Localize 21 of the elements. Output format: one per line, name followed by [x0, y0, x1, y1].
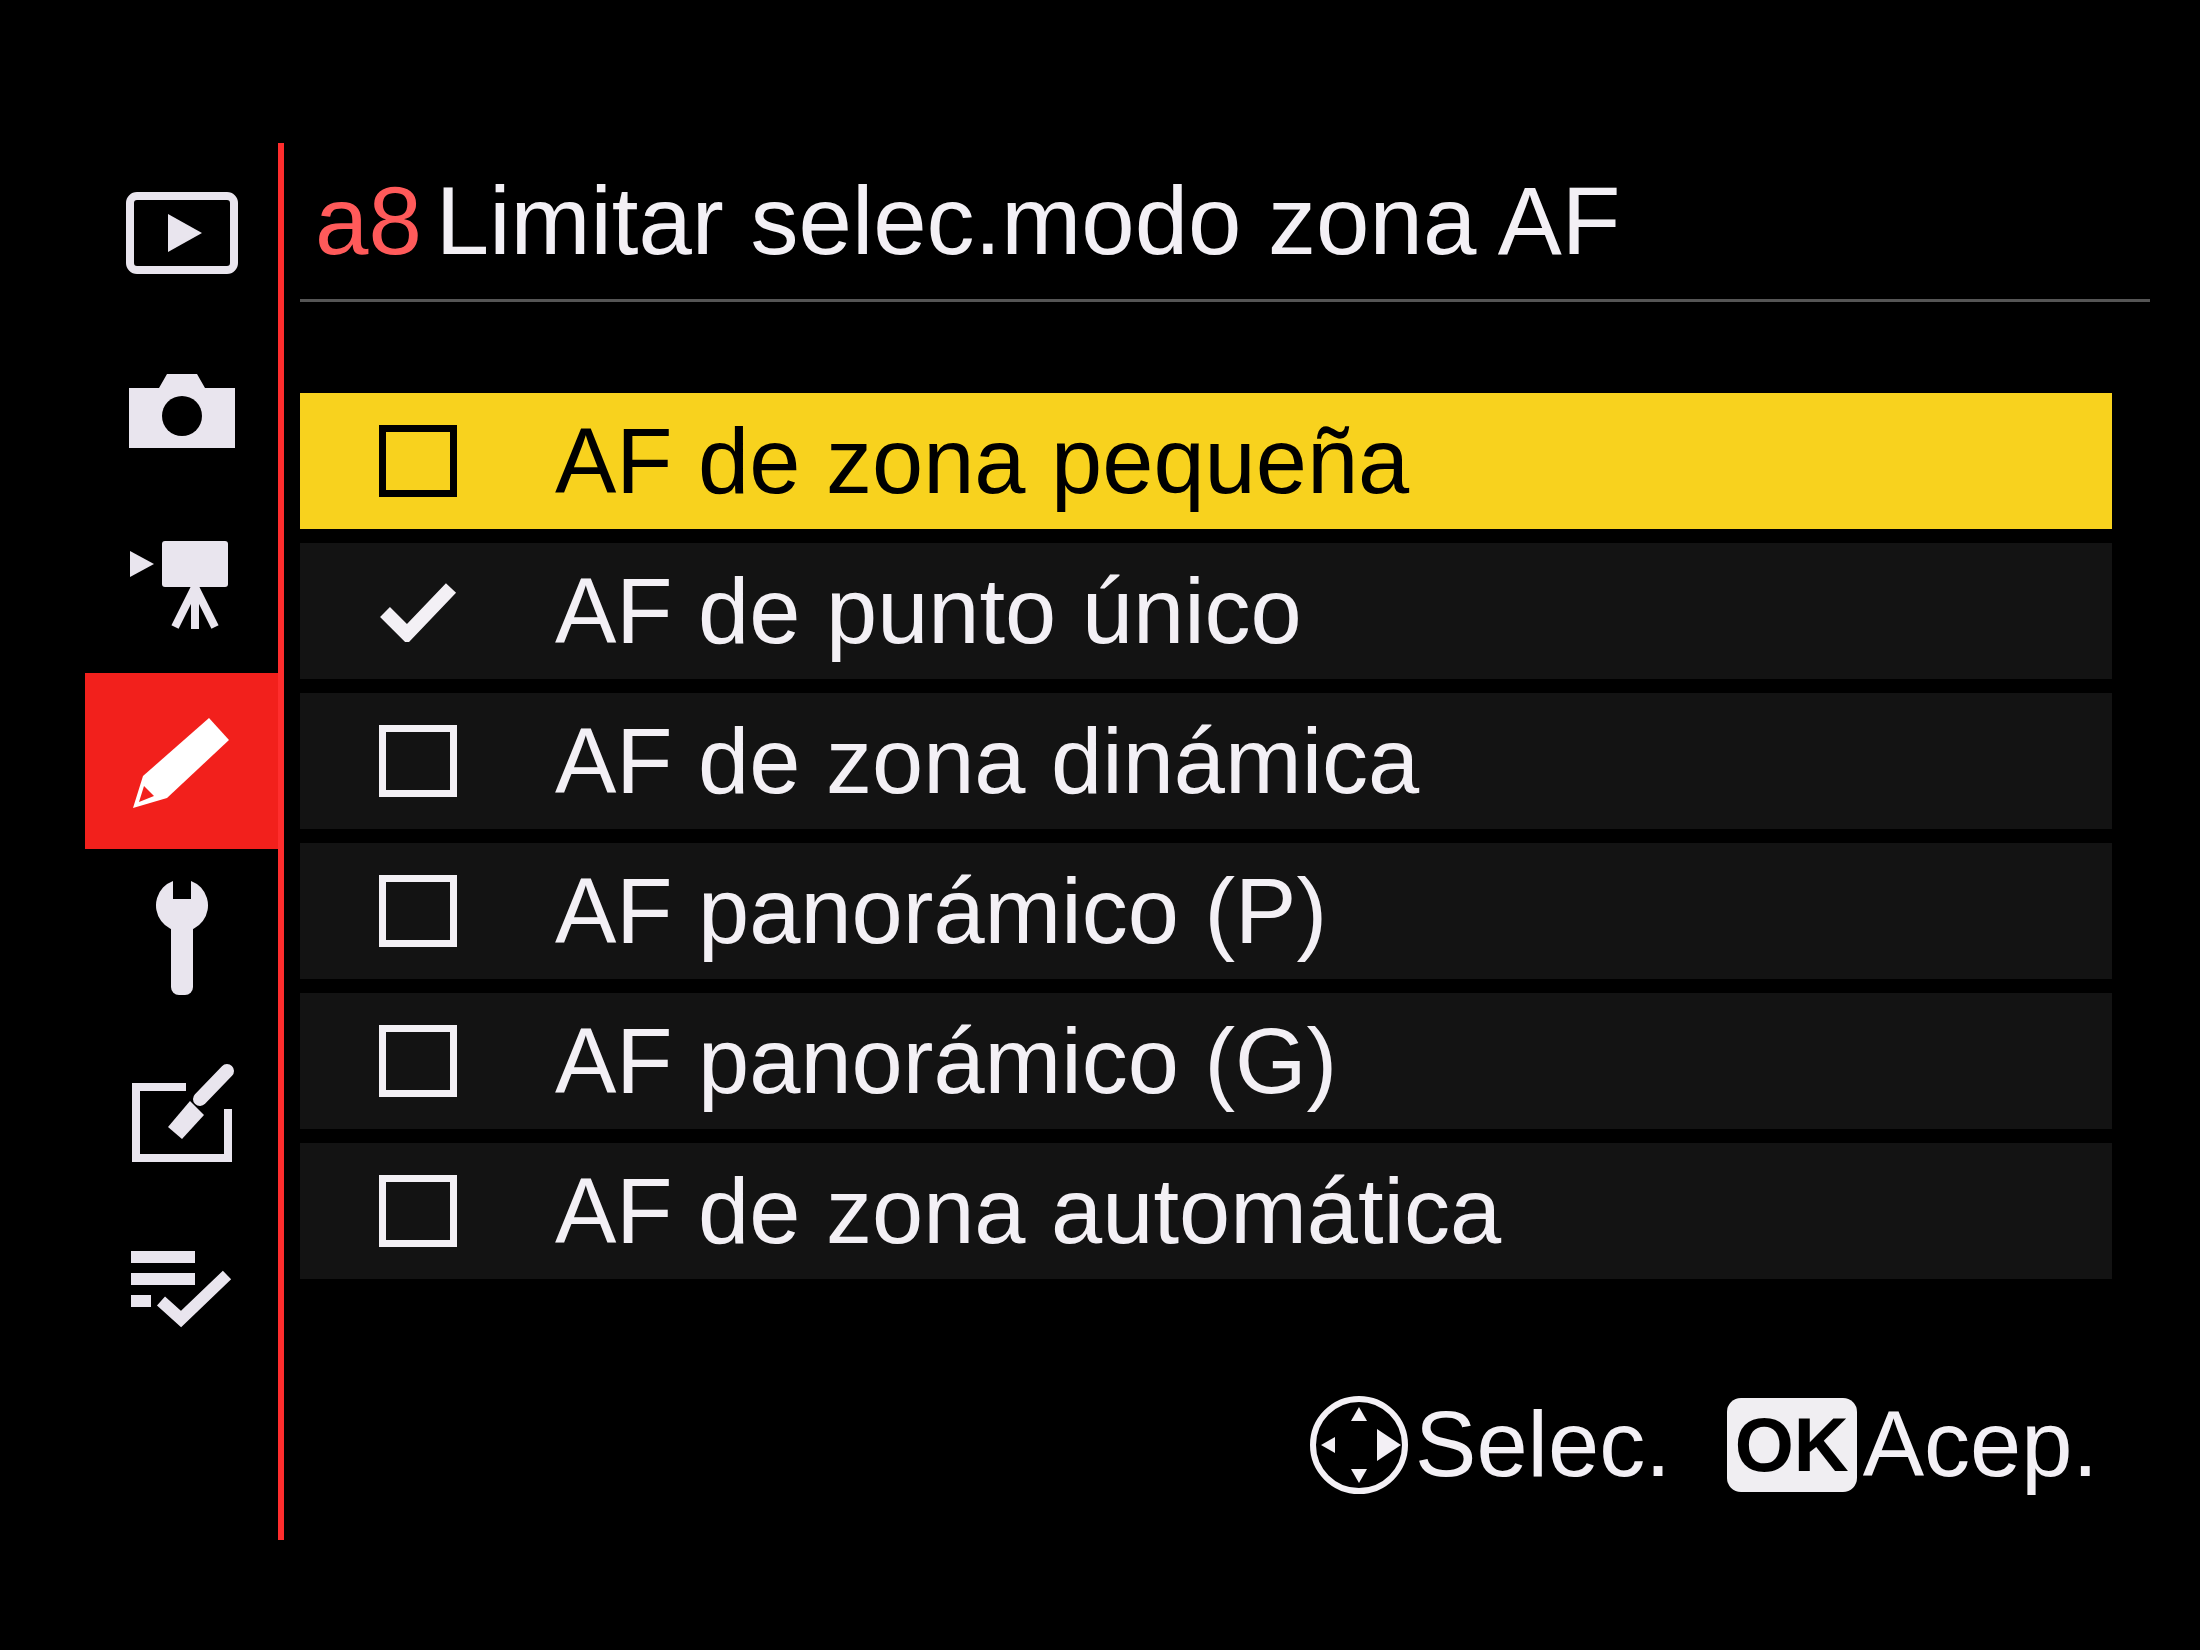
option-row[interactable]: AF panorámico (G): [300, 993, 2112, 1129]
option-row[interactable]: AF de zona dinámica: [300, 693, 2112, 829]
option-row[interactable]: AF de punto único: [300, 543, 2112, 679]
setting-code: a8: [315, 166, 422, 277]
ok-key: OK: [1726, 1397, 1857, 1492]
menu-title: Limitar selec.modo zona AF: [435, 166, 1621, 277]
list-check-icon: [131, 1250, 232, 1328]
checkbox[interactable]: [379, 425, 457, 497]
option-label: AF de punto único: [555, 558, 1302, 664]
hint-label: Acep.: [1862, 1392, 2098, 1497]
dpad-icon: [1309, 1394, 1410, 1495]
hint-label: Selec.: [1415, 1392, 1671, 1497]
option-label: AF panorámico (P): [555, 858, 1328, 964]
option-label: AF de zona pequeña: [555, 408, 1410, 514]
option-row[interactable]: AF de zona automática: [300, 1143, 2112, 1279]
option-row[interactable]: AF de zona pequeña: [300, 393, 2112, 529]
option-label: AF de zona automática: [555, 1158, 1502, 1264]
option-row[interactable]: AF panorámico (P): [300, 843, 2112, 979]
option-label: AF de zona dinámica: [555, 708, 1420, 814]
play-icon: [125, 192, 238, 274]
option-label: AF panorámico (G): [555, 1008, 1338, 1114]
